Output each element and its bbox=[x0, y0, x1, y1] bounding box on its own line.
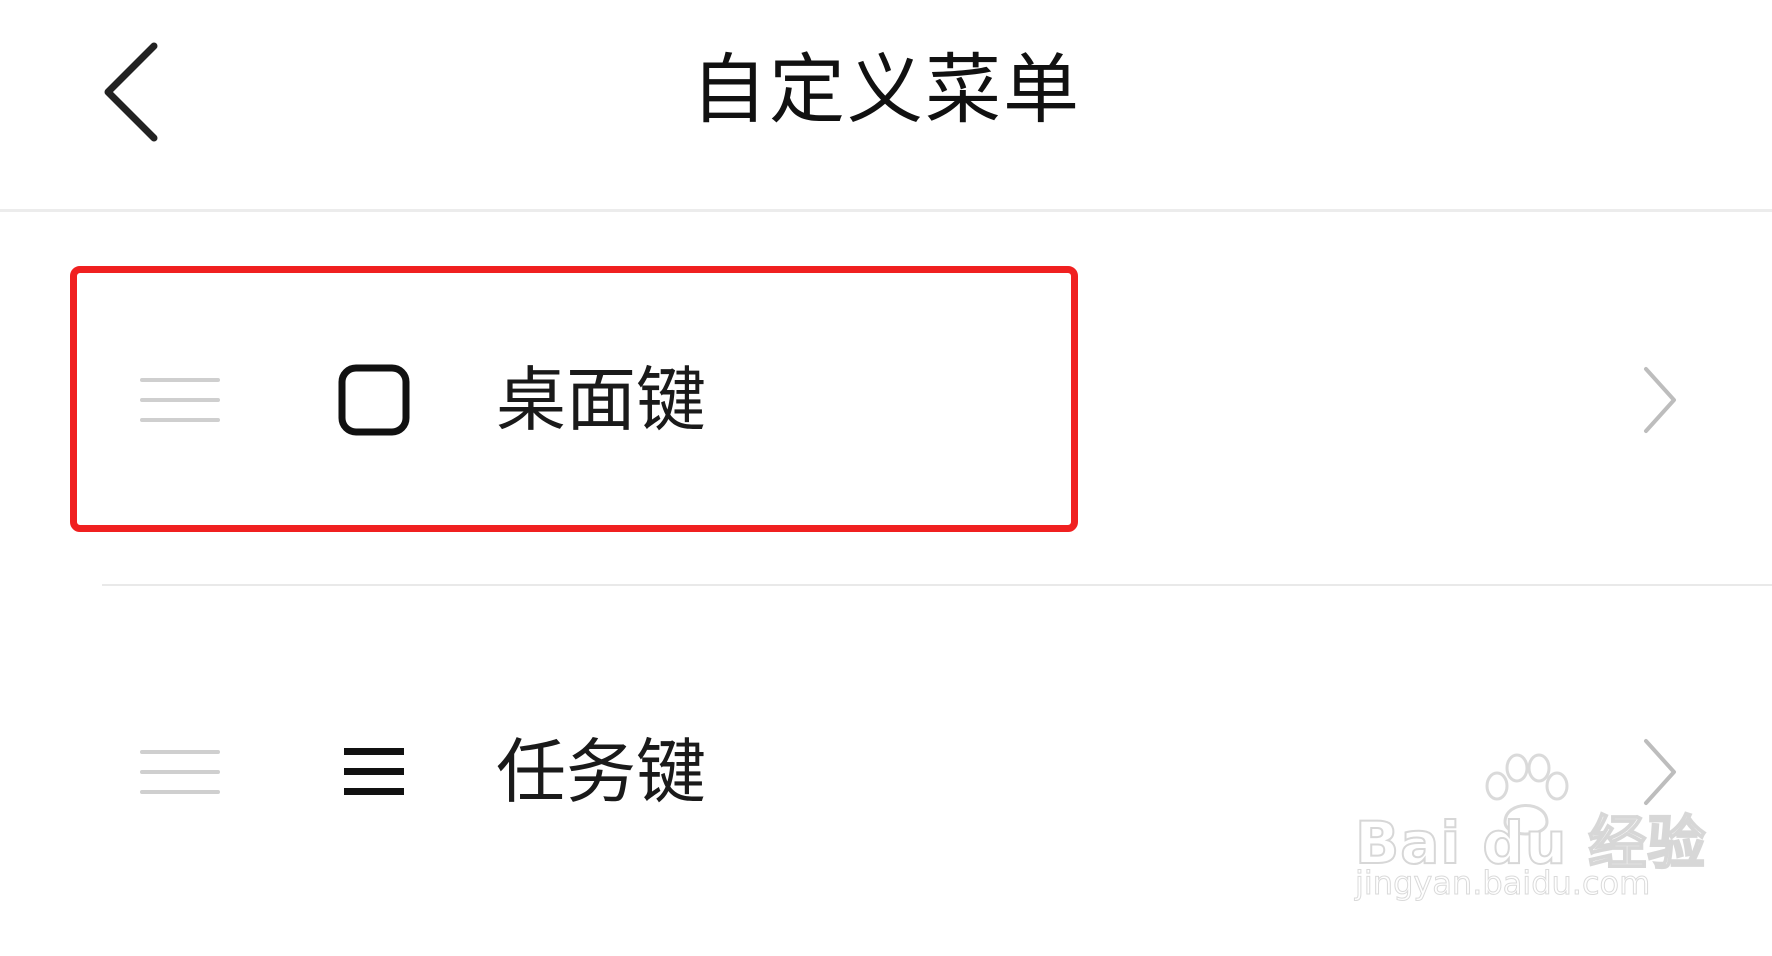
page-title: 自定义菜单 bbox=[691, 45, 1081, 134]
chevron-right-icon bbox=[1644, 367, 1676, 433]
menu-item-label: 任务键 bbox=[496, 731, 706, 813]
highlight-annotation bbox=[70, 266, 1078, 532]
watermark: Bai du 经验 jingyan.baidu.com bbox=[1354, 752, 1706, 912]
watermark-url: jingyan.baidu.com bbox=[1354, 864, 1651, 903]
three-lines-icon bbox=[344, 748, 404, 795]
top-app-bar: 自定义菜单 bbox=[0, 0, 1772, 212]
drag-handle-icon[interactable] bbox=[140, 750, 220, 794]
